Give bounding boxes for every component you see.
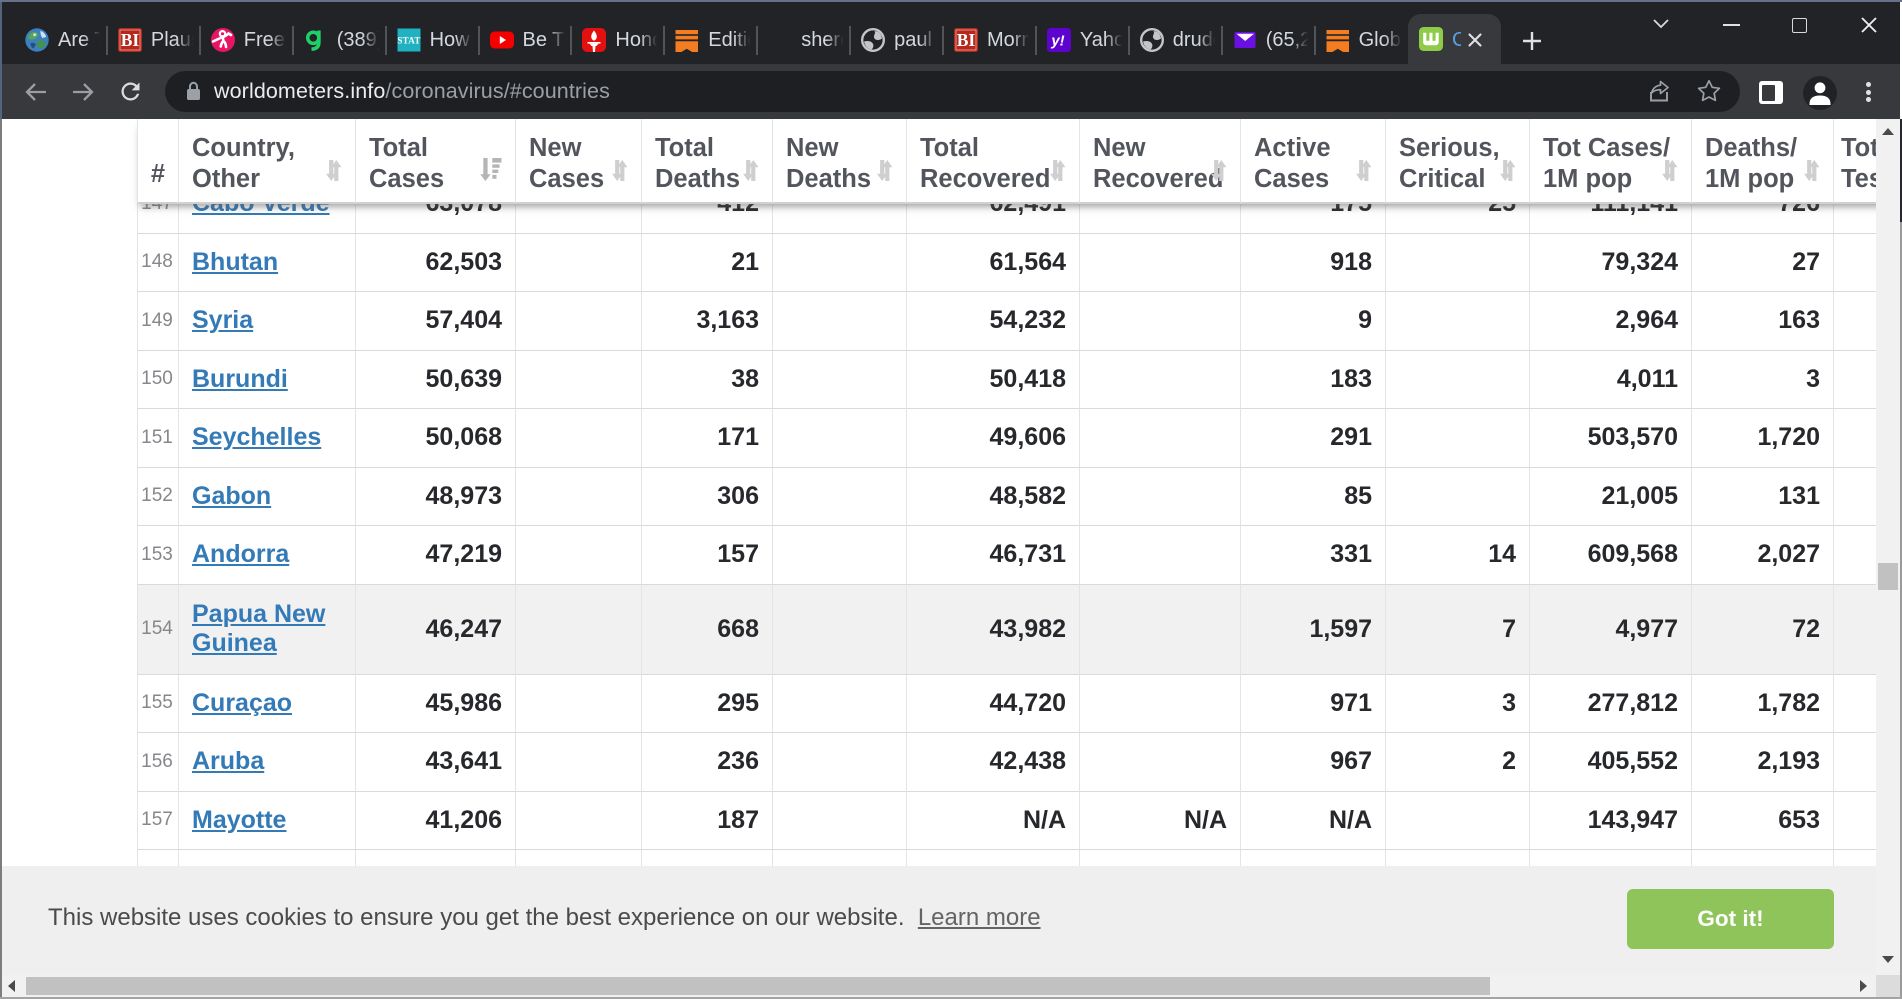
svg-text:STAT: STAT	[397, 35, 420, 45]
svg-text:y!: y!	[1050, 32, 1064, 49]
svg-text:BI: BI	[121, 30, 140, 50]
svg-text:BI: BI	[957, 30, 976, 50]
